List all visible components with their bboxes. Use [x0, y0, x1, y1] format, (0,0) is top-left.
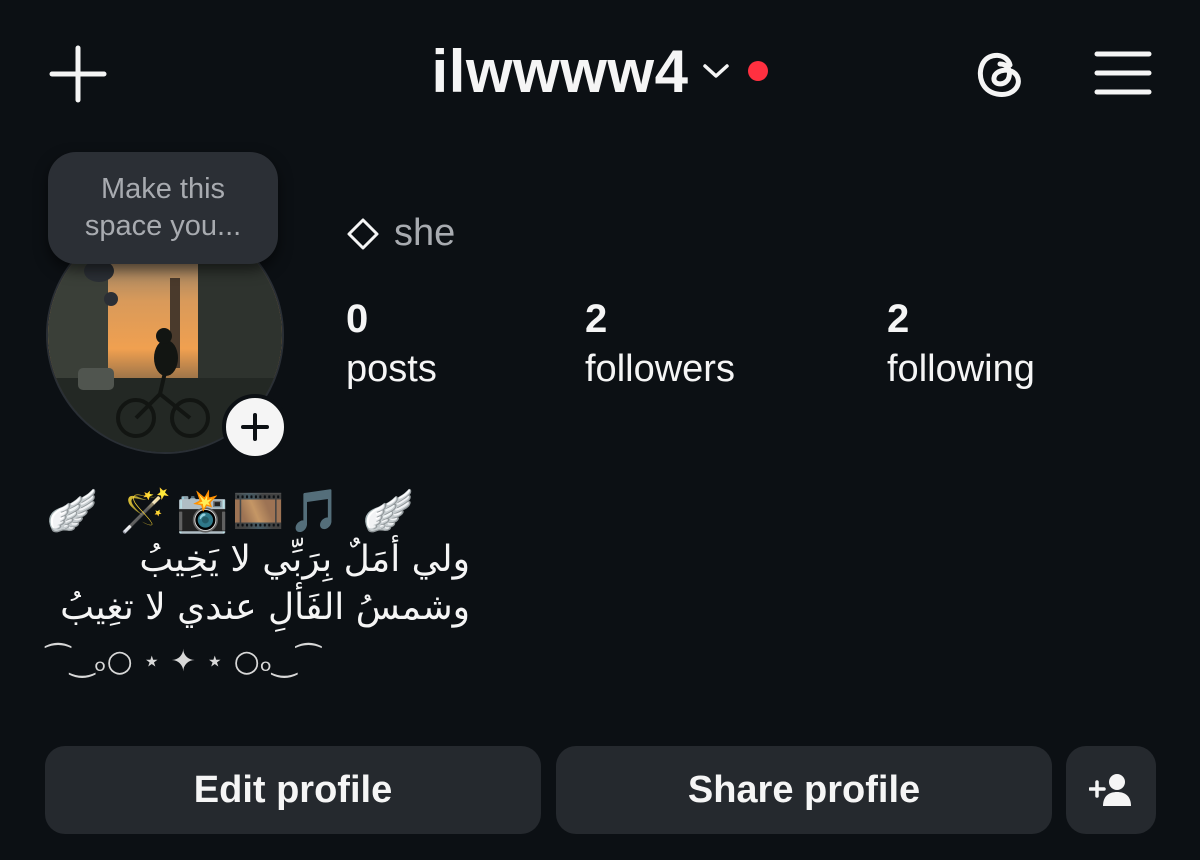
account-switcher[interactable]: ilwwww4 [432, 37, 769, 106]
threads-button[interactable] [966, 40, 1032, 106]
pronouns-text: she [394, 212, 456, 254]
add-person-icon [1089, 774, 1131, 806]
followers-stat[interactable]: 2 followers [585, 296, 735, 396]
following-label: following [887, 348, 1035, 390]
followers-label: followers [585, 348, 735, 390]
plus-icon [241, 413, 269, 441]
bio-emoji-line: 🪽 🪄📸🎞️🎵 🪽 [46, 486, 419, 535]
bio: 🪽 🪄📸🎞️🎵 🪽 ولي أمَلٌ بِرَبِّي لا يَخِيبُ … [46, 486, 646, 692]
hamburger-menu-icon [1094, 51, 1152, 95]
note-text: Make this space you... [84, 173, 242, 242]
diamond-outline-icon [347, 218, 379, 249]
posts-count: 0 [346, 297, 369, 341]
pronouns: she [346, 212, 455, 255]
following-count: 2 [887, 297, 910, 341]
menu-button[interactable] [1090, 40, 1156, 106]
bio-line-1: ولي أمَلٌ بِرَبِّي لا يَخِيبُ [139, 539, 470, 580]
posts-label: posts [346, 348, 437, 390]
username: ilwwww4 [431, 37, 689, 105]
share-profile-button[interactable]: Share profile [556, 746, 1052, 834]
bio-decoration: ⁀‿ₒ○ ⋆ ✦ ⋆ ○ₒ‿⁀ [46, 644, 321, 679]
threads-icon [977, 52, 1021, 97]
posts-stat[interactable]: 0 posts [346, 296, 437, 396]
bio-line-2: وشمسُ الفَألِ عندي لا تغِيبُ [60, 587, 470, 628]
notification-dot [748, 61, 769, 81]
edit-profile-button[interactable]: Edit profile [45, 746, 541, 834]
add-story-button[interactable] [222, 394, 288, 460]
discover-people-button[interactable] [1066, 746, 1156, 834]
note-bubble[interactable]: Make this space you... [48, 152, 278, 264]
followers-count: 2 [585, 297, 608, 341]
note-bubble-tail-dot [104, 292, 118, 306]
chevron-down-icon [703, 64, 730, 78]
profile-page: ilwwww4 Make this space you... she 0 pos… [0, 0, 1200, 860]
following-stat[interactable]: 2 following [887, 296, 1035, 396]
